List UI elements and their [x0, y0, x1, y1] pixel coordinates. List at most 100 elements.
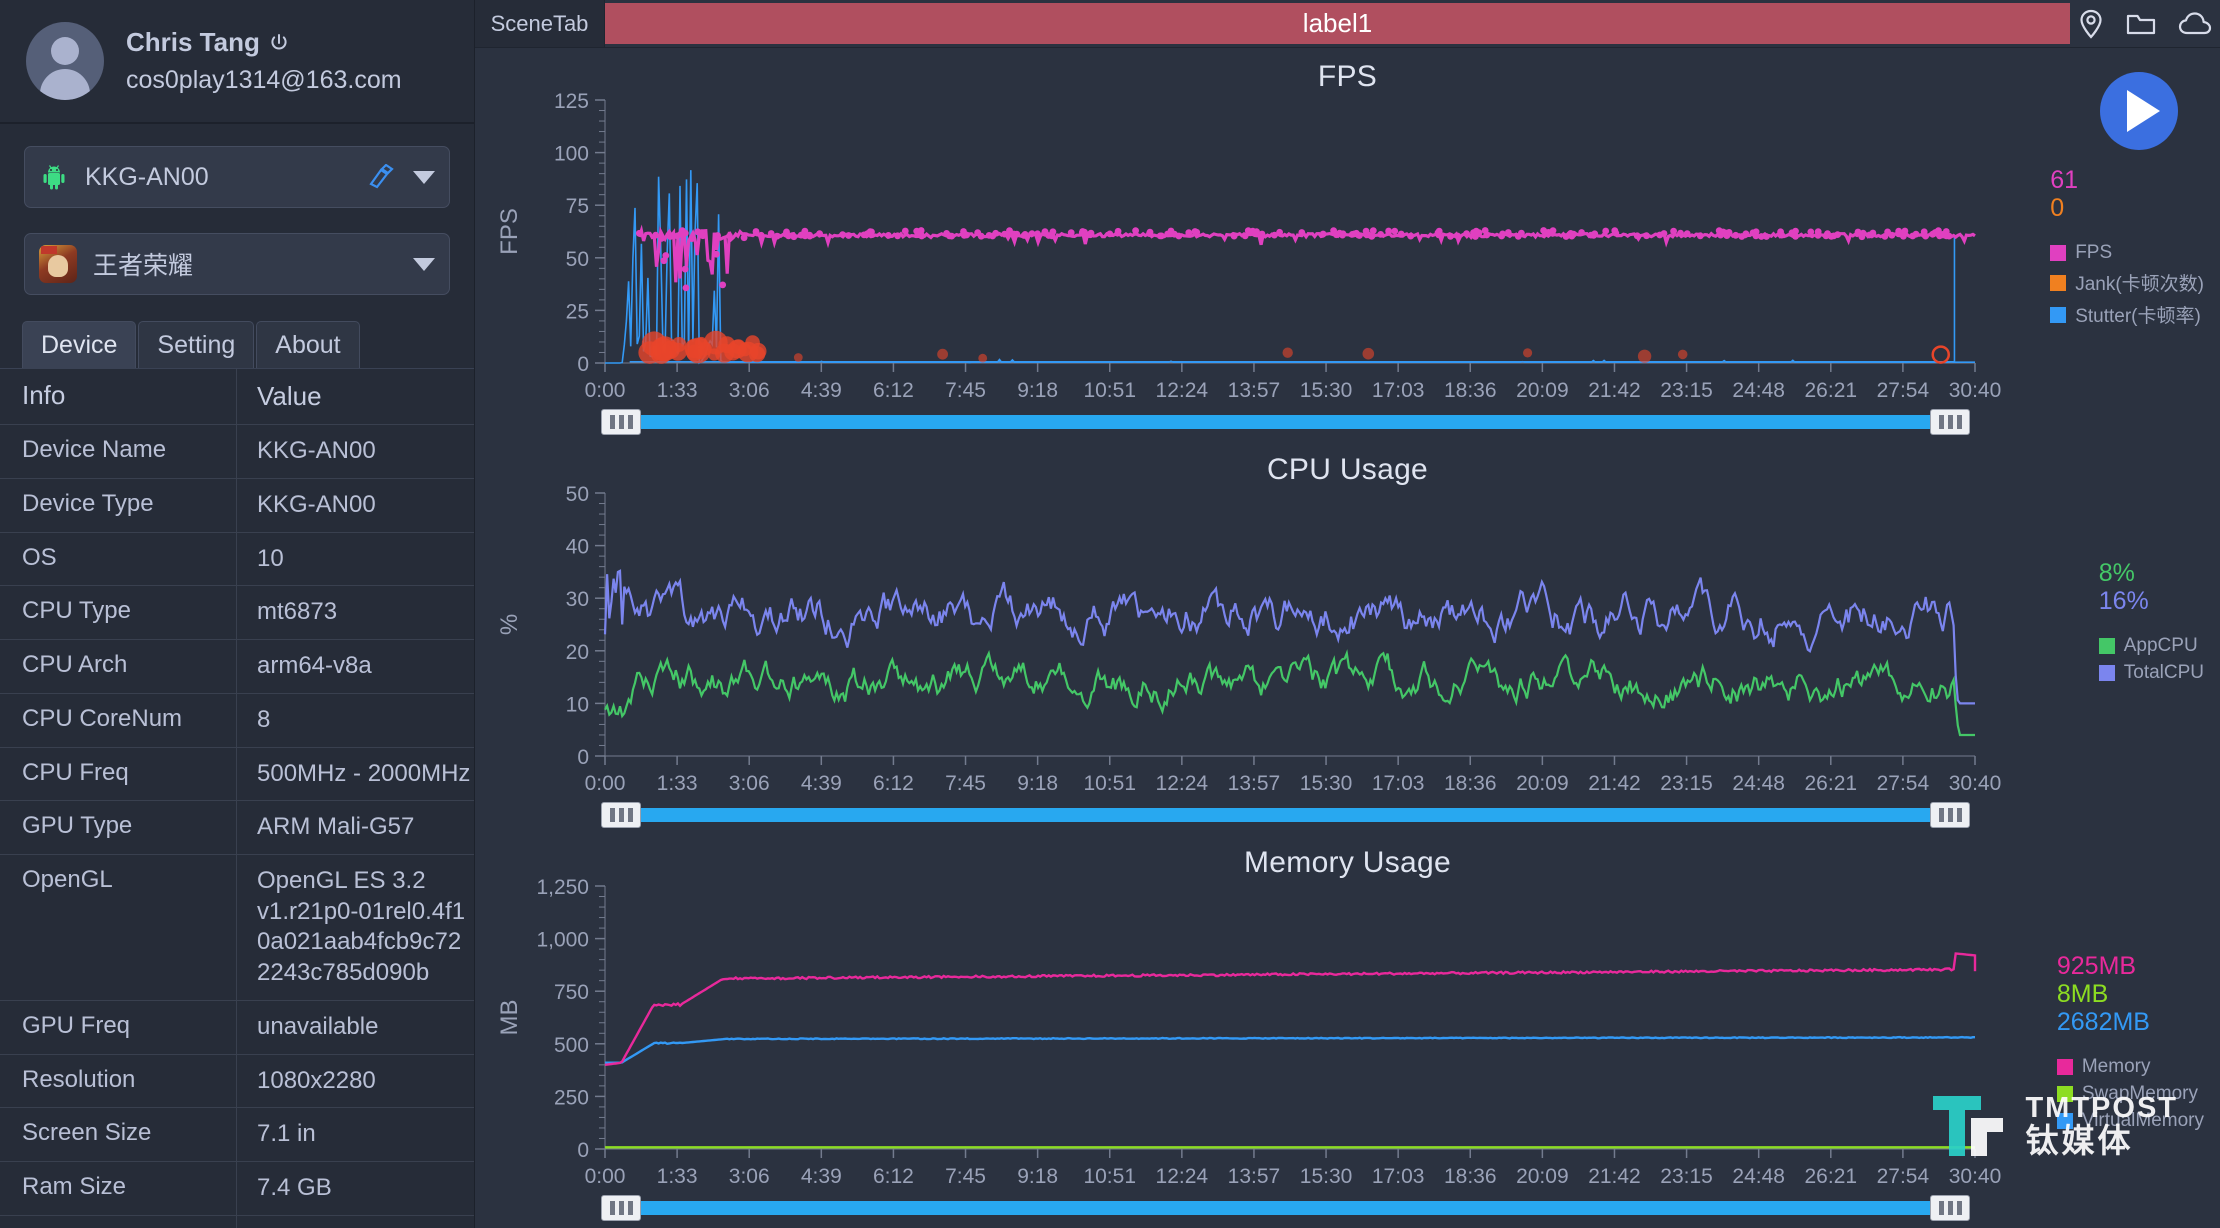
svg-text:15:30: 15:30 — [1300, 772, 1353, 795]
legend-fps: 61 0 FPS Jank(卡顿次数) Stutter(卡顿率) — [2050, 166, 2204, 328]
power-icon[interactable] — [269, 33, 289, 53]
svg-text:9:18: 9:18 — [1017, 379, 1058, 402]
scrollbar-handle-right[interactable] — [1930, 1195, 1970, 1221]
tab-device[interactable]: Device — [22, 321, 137, 368]
scene-label-bar[interactable]: label1 — [605, 3, 2070, 44]
info-key: CPU Type — [0, 586, 237, 640]
scrollbar-handle-left[interactable] — [601, 1195, 641, 1221]
timeline-scrollbar-cpu[interactable] — [601, 802, 1970, 828]
info-value: 1080x2280 — [257, 1066, 376, 1094]
folder-icon[interactable] — [2126, 10, 2156, 38]
scene-tab[interactable]: SceneTab — [475, 0, 605, 47]
plot-area-cpu: 0 10 20 30 40 50% 0:00 1:33 3:06 4:39 6:12 7:45 9:18… — [475, 441, 2220, 834]
android-icon — [39, 162, 69, 192]
svg-text:18:36: 18:36 — [1444, 772, 1497, 795]
table-row: GPU Freq unavailable — [0, 1000, 474, 1055]
scrollbar-handle-right[interactable] — [1930, 802, 1970, 828]
timeline-scrollbar-fps[interactable] — [601, 409, 1970, 435]
cloud-icon[interactable] — [2178, 11, 2212, 37]
app-select[interactable]: 王者荣耀 — [24, 233, 450, 295]
memory-current-value: 925MB — [2056, 952, 2137, 980]
legend-label: Jank(卡顿次数) — [2075, 274, 2204, 295]
svg-text:0:00: 0:00 — [585, 772, 626, 795]
legend-item[interactable]: FPS — [2050, 242, 2204, 264]
legend-label: FPS — [2075, 242, 2113, 263]
tab-setting[interactable]: Setting — [138, 321, 255, 368]
table-row: OS 10 — [0, 532, 474, 587]
svg-text:24:48: 24:48 — [1732, 772, 1785, 795]
legend-swatch — [2098, 665, 2115, 681]
legend-item[interactable]: Stutter(卡顿率) — [2050, 301, 2204, 328]
legend-swatch — [2056, 1086, 2073, 1102]
legend-item[interactable]: Jank(卡顿次数) — [2050, 269, 2204, 296]
info-value: OpenGL ES 3.2 v1.r21p0-01rel0.4f1 0a021a… — [257, 867, 466, 987]
plot-area-fps: 0 25 50 75 100 125 FPS 0:00 1:33 3:06 4:39 6:12 7:45… — [475, 48, 2220, 441]
scrollbar-handle-right[interactable] — [1930, 409, 1970, 435]
info-value: 8 — [257, 705, 271, 733]
svg-text:100: 100 — [554, 143, 589, 166]
sidebar: Chris Tang cos0play1314@163.com KKG-AN00… — [0, 0, 475, 1228]
info-value: 7.1 in — [257, 1120, 316, 1148]
info-key: Screen Size — [0, 1108, 237, 1162]
legend-item[interactable]: TotalCPU — [2098, 662, 2204, 684]
legend-swatch — [2050, 306, 2067, 323]
device-select[interactable]: KKG-AN00 — [24, 146, 450, 208]
legend-item[interactable]: VirtualMemory — [2056, 1110, 2204, 1132]
legend-item[interactable]: AppCPU — [2098, 635, 2204, 657]
info-key: LMK Threshold — [0, 1215, 237, 1228]
svg-text:7:45: 7:45 — [945, 379, 986, 402]
fps-current-value: 0 — [2050, 194, 2065, 222]
svg-text:500: 500 — [554, 1034, 589, 1057]
table-row: Device Type KKG-AN00 — [0, 478, 474, 533]
info-key: CPU Freq — [0, 747, 237, 801]
table-row: CPU Freq 500MHz - 2000MHz — [0, 747, 474, 802]
svg-text:10:51: 10:51 — [1083, 379, 1136, 402]
cpu-plot: 0 10 20 30 40 50% 0:00 1:33 3:06 4:39 6:12 7:45 9:18… — [496, 483, 2001, 795]
svg-text:1:33: 1:33 — [657, 1165, 698, 1188]
svg-text:27:54: 27:54 — [1877, 379, 1930, 402]
svg-text:20:09: 20:09 — [1516, 772, 1569, 795]
info-value: 7.4 GB — [257, 1174, 332, 1202]
profile-name-row: Chris Tang — [126, 27, 402, 58]
chevron-down-icon[interactable] — [413, 170, 435, 184]
svg-text:27:54: 27:54 — [1877, 1165, 1930, 1188]
scrollbar-handle-left[interactable] — [601, 409, 641, 435]
table-row: Ram Size 7.4 GB — [0, 1162, 474, 1216]
svg-text:0:00: 0:00 — [585, 1165, 626, 1188]
play-button[interactable] — [2100, 72, 2178, 150]
legend-label: Stutter(卡顿率) — [2075, 306, 2201, 327]
svg-text:21:42: 21:42 — [1588, 1165, 1641, 1188]
svg-text:4:39: 4:39 — [801, 1165, 842, 1188]
info-key: Ram Size — [0, 1162, 237, 1215]
table-row: LMK Threshold216MB — [0, 1215, 474, 1228]
svg-text:40: 40 — [566, 536, 589, 559]
svg-text:12:24: 12:24 — [1156, 1165, 1209, 1188]
svg-text:12:24: 12:24 — [1156, 379, 1209, 402]
scrollbar-track[interactable] — [641, 415, 1930, 429]
scrollbar-handle-left[interactable] — [601, 802, 641, 828]
info-key: Device Type — [0, 478, 237, 532]
legend-item[interactable]: SwapMemory — [2056, 1083, 2204, 1105]
svg-text:0: 0 — [577, 1139, 589, 1162]
svg-text:10:51: 10:51 — [1083, 1165, 1136, 1188]
sidebar-tabs: Device Setting About — [0, 320, 474, 368]
scrollbar-track[interactable] — [641, 1201, 1930, 1215]
svg-text:7:45: 7:45 — [945, 1165, 986, 1188]
svg-text:18:36: 18:36 — [1444, 379, 1497, 402]
info-value: ARM Mali-G57 — [257, 813, 415, 841]
scrollbar-track[interactable] — [641, 808, 1930, 822]
legend-item[interactable]: Memory — [2056, 1056, 2204, 1078]
edit-icon[interactable] — [367, 163, 397, 190]
legend-label: AppCPU — [2123, 635, 2198, 656]
location-pin-icon[interactable] — [2078, 9, 2104, 39]
svg-text:20:09: 20:09 — [1516, 1165, 1569, 1188]
info-value: 10 — [257, 544, 284, 572]
legend-swatch — [2056, 1113, 2073, 1129]
info-key: Device Name — [0, 425, 237, 478]
tab-about[interactable]: About — [256, 321, 360, 368]
info-key: CPU CoreNum — [0, 693, 237, 747]
chevron-down-icon[interactable] — [413, 257, 435, 271]
app-select-value: 王者荣耀 — [93, 252, 194, 280]
timeline-scrollbar-memory[interactable] — [601, 1195, 1970, 1221]
svg-text:26:21: 26:21 — [1805, 1165, 1858, 1188]
